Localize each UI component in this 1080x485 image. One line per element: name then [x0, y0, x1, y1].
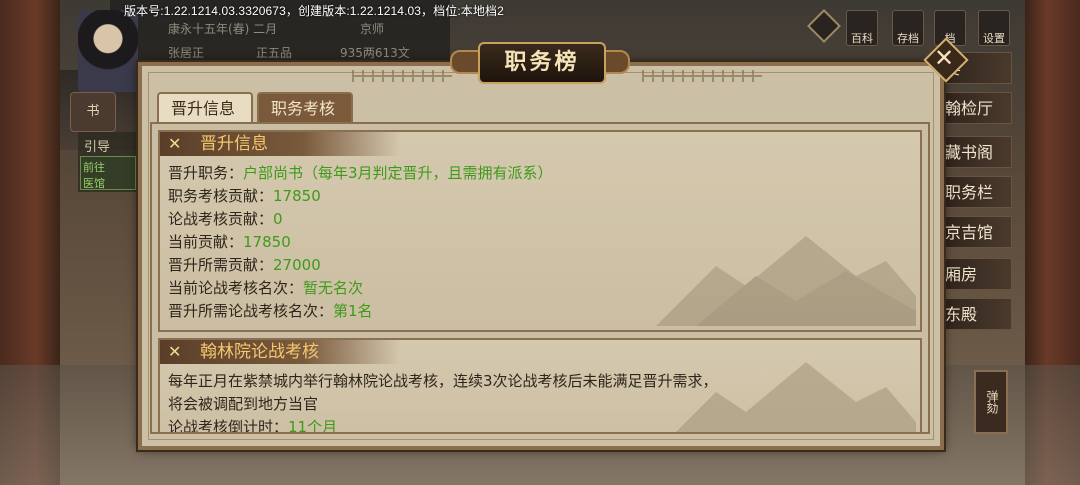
date-text: 康永十五年(春) 二月 — [168, 22, 278, 36]
row-debate-countdown: 论战考核倒计时：11个月 — [168, 416, 338, 434]
row-value: 第1名 — [333, 302, 373, 320]
row-debate-contribution: 论战考核贡献：0 — [168, 208, 283, 229]
row-duty-contribution: 职务考核贡献：17850 — [168, 185, 321, 206]
close-button[interactable]: ✕ — [923, 37, 969, 83]
row-value: 27000 — [273, 256, 321, 274]
row-value: 11个月 — [288, 418, 338, 434]
row-value: 户部尚书（每年3月判定晋升，且需拥有派系） — [243, 164, 553, 182]
dialog-title: 职务榜 — [478, 42, 606, 84]
row-current-contribution: 当前贡献：17850 — [168, 231, 291, 252]
fret-ornament-right — [642, 70, 762, 82]
guide-task-box[interactable]: 前往 医馆 — [80, 156, 136, 190]
row-required-contribution: 晋升所需贡献：27000 — [168, 254, 321, 275]
guide-panel[interactable]: 引导 前往 医馆 — [78, 132, 142, 192]
close-icon: ✕ — [933, 44, 955, 72]
mountain-decoration — [656, 236, 916, 326]
settings-icon[interactable]: 设置 — [978, 10, 1010, 46]
fret-ornament-left — [352, 70, 452, 82]
hanlin-desc-line1: 每年正月在紫禁城内举行翰林院论战考核，连续3次论战考核后未能满足晋升需求， — [168, 372, 718, 390]
hanlin-desc-line2: 将会被调配到地方当官 — [168, 395, 319, 413]
player-avatar[interactable] — [78, 10, 138, 92]
row-target-position: 晋升职务：户部尚书（每年3月判定晋升，且需拥有派系） — [168, 162, 553, 183]
guide-title: 引导 — [84, 140, 111, 155]
row-label: 论战考核倒计时： — [168, 418, 289, 434]
row-label: 当前贡献： — [168, 233, 244, 251]
dialog-content[interactable]: ✕ 晋升信息 晋升职务：户部尚书（每年3月判定晋升，且需拥有派系） 职务考核贡献… — [150, 122, 930, 434]
row-label: 晋升所需论战考核名次： — [168, 302, 334, 320]
tab-duty-assessment[interactable]: 职务考核 — [257, 92, 353, 122]
encyclopedia-icon[interactable]: 百科 — [846, 10, 878, 46]
row-value: 0 — [273, 210, 283, 228]
promotion-header: ✕ 晋升信息 — [160, 132, 400, 156]
hanlin-header: ✕ 翰林院论战考核 — [160, 340, 400, 364]
player-name: 张居正 — [168, 46, 205, 60]
hanlin-section: ✕ 翰林院论战考核 每年正月在紫禁城内举行翰林院论战考核，连续3次论战考核后未能… — [158, 338, 922, 434]
header-ornament-icon: ✕ — [168, 134, 182, 153]
row-label: 职务考核贡献： — [168, 187, 274, 205]
header-ornament-icon: ✕ — [168, 342, 182, 361]
row-label: 论战考核贡献： — [168, 210, 274, 228]
hanlin-header-title: 翰林院论战考核 — [200, 342, 319, 362]
row-label: 晋升所需贡献： — [168, 256, 274, 274]
guide-task-line1: 前往 — [83, 161, 105, 174]
guide-task-line2: 医馆 — [83, 177, 105, 190]
row-label: 晋升职务： — [168, 164, 244, 182]
impeach-button[interactable]: 弹劾 — [974, 370, 1008, 434]
tab-promotion-info[interactable]: 晋升信息 — [157, 92, 253, 122]
book-button[interactable]: 书 — [70, 92, 116, 132]
row-current-debate-rank: 当前论战考核名次：暂无名次 — [168, 277, 363, 298]
row-label: 当前论战考核名次： — [168, 279, 304, 297]
row-value: 17850 — [243, 233, 291, 251]
dialog-title-plaque: 职务榜 — [450, 36, 630, 86]
promotion-header-title: 晋升信息 — [200, 134, 268, 154]
money-text: 935两613文 — [340, 46, 410, 60]
row-value: 17850 — [273, 187, 321, 205]
location-text: 京师 — [360, 22, 385, 36]
player-rank: 正五品 — [256, 46, 293, 60]
row-value: 暂无名次 — [303, 279, 364, 297]
promotion-section: ✕ 晋升信息 晋升职务：户部尚书（每年3月判定晋升，且需拥有派系） 职务考核贡献… — [158, 130, 922, 332]
save-icon[interactable]: 存档 — [892, 10, 924, 46]
version-text: 版本号:1.22.1214.03.3320673，创建版本:1.22.1214.… — [124, 4, 504, 18]
row-required-debate-rank: 晋升所需论战考核名次：第1名 — [168, 300, 373, 321]
